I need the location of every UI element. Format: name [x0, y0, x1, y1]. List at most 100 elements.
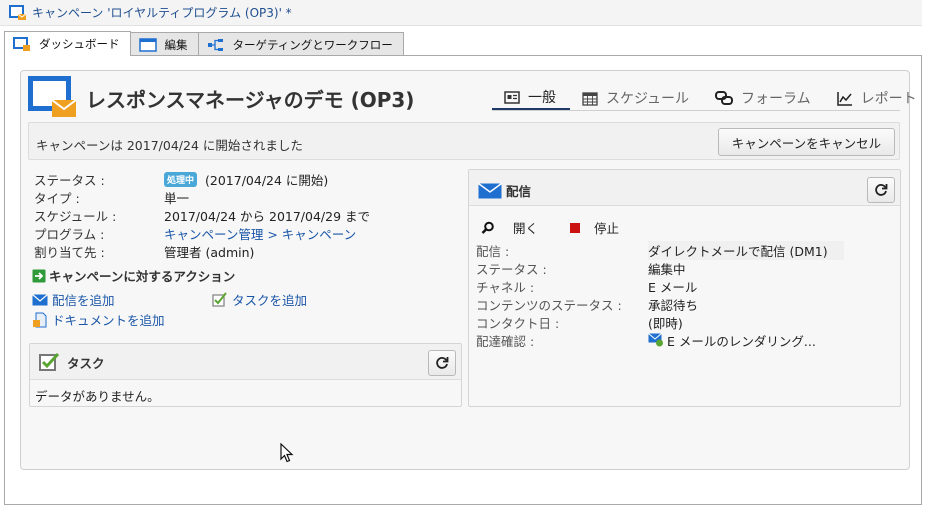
tab-label: ダッシュボード	[39, 37, 120, 51]
delivery-value: E メール	[648, 279, 698, 295]
actions-title: キャンペーンに対するアクション	[49, 269, 236, 284]
add-task-label: タスクを追加	[232, 293, 308, 308]
add-document-link[interactable]: ドキュメントを追加	[32, 310, 165, 329]
email-rendering-label: E メールのレンダリング...	[667, 333, 816, 349]
tab-targeting-workflow[interactable]: ターゲティングとワークフロー	[197, 32, 404, 56]
delivery-value: ダイレクトメールで配信 (DM1)	[648, 240, 844, 260]
add-task-link[interactable]: タスクを追加	[212, 290, 307, 309]
delivery-details: 配信 : ダイレクトメールで配信 (DM1) ステータス : 編集中 チャネル …	[476, 240, 844, 349]
delivery-label: コンタクト日 :	[476, 315, 560, 331]
campaign-properties: ステータス : 処理中 (2017/04/24 に開始) タイプ : 単一 スケ…	[34, 170, 370, 260]
delivery-label: チャネル :	[476, 279, 535, 295]
email-rendering-icon	[648, 333, 663, 347]
delivery-row: ステータス : 編集中	[476, 259, 844, 277]
delivery-row: 配信 : ダイレクトメールで配信 (DM1)	[476, 240, 844, 260]
campaign-icon	[9, 4, 27, 20]
task-check-icon	[212, 292, 227, 307]
property-row: タイプ : 単一	[34, 188, 370, 206]
nav-divider	[492, 110, 900, 111]
envelope-icon	[32, 293, 48, 305]
add-delivery-label: 配信を追加	[52, 293, 115, 308]
delivery-panel: 配信 開く 停止 配信 : ダイレクトメールで配信 (DM1) ステータス : …	[468, 169, 901, 407]
envelope-icon	[478, 182, 502, 198]
assignee-label: 割り当て先 :	[34, 244, 105, 260]
nav-label: フォーラム	[741, 91, 811, 107]
campaign-large-icon	[28, 76, 77, 117]
task-panel-title-wrap: タスク	[39, 352, 105, 372]
dashboard-icon	[13, 36, 30, 51]
nav-label: スケジュール	[606, 91, 690, 107]
type-label: タイプ :	[34, 190, 80, 206]
program-link[interactable]: キャンペーン管理 > キャンペーン	[164, 224, 356, 243]
nav-forum[interactable]: フォーラム	[703, 86, 825, 110]
calendar-icon	[582, 91, 598, 106]
nav-schedule[interactable]: スケジュール	[570, 86, 703, 110]
cancel-campaign-button[interactable]: キャンペーンをキャンセル	[718, 128, 895, 156]
arrow-right-icon	[32, 269, 46, 282]
tab-dashboard[interactable]: ダッシュボード	[4, 31, 131, 56]
property-row: プログラム : キャンペーン管理 > キャンペーン	[34, 224, 370, 242]
refresh-icon	[436, 357, 449, 369]
mouse-cursor-icon	[280, 443, 294, 463]
status-label: ステータス :	[34, 172, 105, 188]
delivery-panel-header	[469, 170, 900, 206]
nav-general[interactable]: 一般	[492, 86, 570, 110]
add-delivery-link[interactable]: 配信を追加	[32, 290, 115, 309]
nav-label: 一般	[528, 90, 556, 106]
document-icon	[33, 312, 47, 327]
property-row: スケジュール : 2017/04/24 から 2017/04/29 まで	[34, 206, 370, 224]
property-row: 割り当て先 : 管理者 (admin)	[34, 242, 370, 260]
delivery-stop-label: 停止	[594, 221, 620, 236]
forum-icon	[715, 90, 734, 105]
task-panel-title: タスク	[67, 355, 105, 371]
task-panel: タスク データがありません。	[29, 343, 462, 407]
stop-icon	[570, 222, 580, 233]
actions-heading: キャンペーンに対するアクション	[32, 266, 235, 285]
delivery-label: 配信 :	[476, 243, 510, 259]
add-document-label: ドキュメントを追加	[52, 313, 165, 328]
delivery-label: ステータス :	[476, 261, 547, 277]
delivery-row: 配達確認 : E メールのレンダリング...	[476, 331, 844, 349]
dashboard-nav: 一般 スケジュール フォーラム レポート	[492, 86, 931, 110]
delivery-stop-button[interactable]: 停止	[569, 218, 619, 237]
property-row: ステータス : 処理中 (2017/04/24 に開始)	[34, 170, 370, 188]
page-title: レスポンスマネージャのデモ (OP3)	[86, 88, 415, 112]
window-titlebar: キャンペーン 'ロイヤルティプログラム (OP3)' *	[0, 0, 922, 26]
delivery-row: コンテンツのステータス : 承認待ち	[476, 295, 844, 313]
status-value-wrap: 処理中 (2017/04/24 に開始)	[164, 170, 328, 189]
task-refresh-button[interactable]	[428, 350, 456, 376]
task-icon	[39, 352, 60, 371]
task-empty-message: データがありません。	[35, 389, 160, 404]
tab-label: ターゲティングとワークフロー	[232, 37, 393, 52]
report-icon	[836, 91, 852, 106]
schedule-label: スケジュール :	[34, 208, 117, 224]
magnifier-icon	[481, 221, 494, 234]
email-rendering-link[interactable]: E メールのレンダリング...	[648, 331, 816, 350]
delivery-refresh-button[interactable]	[867, 177, 895, 203]
content-status-link[interactable]: 承認待ち	[648, 295, 698, 314]
delivery-label: 配達確認 :	[476, 333, 535, 349]
delivery-open-button[interactable]: 開く	[481, 218, 538, 237]
delivery-label: コンテンツのステータス :	[476, 297, 622, 313]
assignee-value: 管理者 (admin)	[164, 244, 255, 260]
program-label: プログラム :	[34, 226, 105, 242]
delivery-value: (即時)	[648, 315, 683, 331]
general-icon	[504, 90, 520, 104]
workflow-icon	[207, 38, 223, 51]
delivery-panel-title-wrap: 配信	[478, 181, 531, 200]
tab-edit[interactable]: 編集	[129, 32, 199, 56]
tab-label: 編集	[164, 37, 188, 52]
campaign-start-message: キャンペーンは 2017/04/24 に開始されました	[36, 138, 303, 153]
window-title: キャンペーン 'ロイヤルティプログラム (OP3)' *	[32, 6, 292, 20]
delivery-row: チャネル : E メール	[476, 277, 844, 295]
tab-bar: ダッシュボード 編集 ターゲティングとワークフロー	[4, 31, 404, 56]
status-badge: 処理中	[164, 171, 198, 187]
delivery-panel-title: 配信	[506, 184, 532, 199]
nav-label: レポート	[860, 91, 917, 107]
delivery-row: コンタクト日 : (即時)	[476, 313, 844, 331]
status-value: (2017/04/24 に開始)	[205, 172, 329, 188]
refresh-icon	[875, 184, 888, 196]
type-value: 単一	[164, 190, 190, 206]
schedule-value: 2017/04/24 から 2017/04/29 まで	[164, 208, 371, 224]
nav-report[interactable]: レポート	[825, 86, 931, 110]
